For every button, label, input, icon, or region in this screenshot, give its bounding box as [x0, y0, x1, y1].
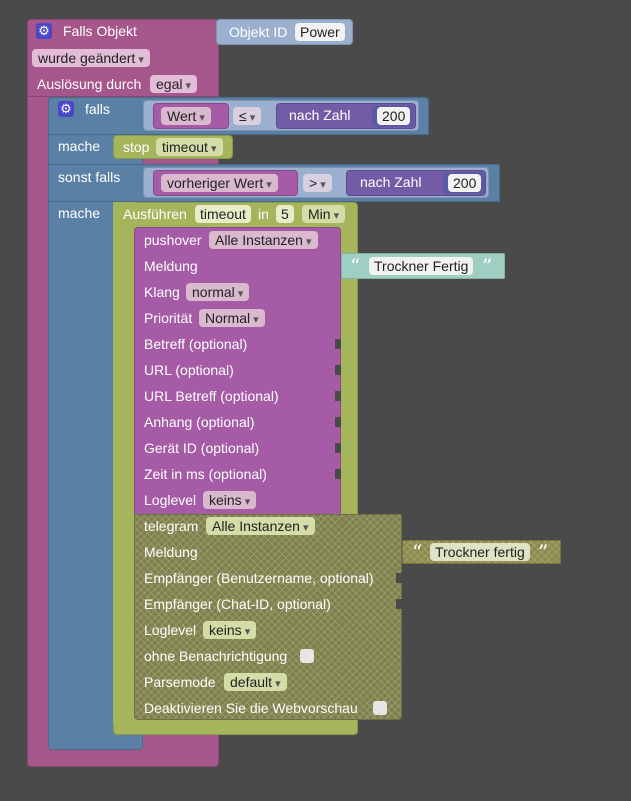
input-socket — [335, 443, 341, 453]
pushover-subject-label: Betreff (optional) — [144, 336, 248, 352]
telegram-parsemode-label: Parsemode — [144, 674, 216, 690]
pushover-device-label: Gerät ID (optional) — [144, 440, 260, 456]
operator-dropdown-2[interactable]: > — [303, 174, 332, 192]
trigger-by-dropdown[interactable]: egal — [150, 75, 198, 93]
value-dropdown[interactable]: Wert — [161, 107, 211, 125]
close-quote-icon: ” — [538, 540, 549, 564]
number-field-1[interactable]: 200 — [377, 107, 411, 125]
pushover-attachment-label: Anhang (optional) — [144, 414, 255, 430]
timeout-label: Ausführen — [123, 206, 187, 222]
number-field-2[interactable]: 200 — [448, 174, 482, 192]
open-quote-icon: “ — [412, 540, 423, 564]
trigger-by-label: Auslösung durch — [37, 76, 142, 92]
telegram-parsemode-dropdown[interactable]: default — [224, 673, 287, 691]
pushover-loglevel-dropdown[interactable]: keins — [203, 491, 257, 509]
telegram-message-label: Meldung — [144, 544, 198, 560]
telegram-recipient-chat-label: Empfänger (Chat-ID, optional) — [144, 596, 331, 612]
telegram-silent-checkbox[interactable] — [300, 649, 314, 663]
pushover-priority-label: Priorität — [144, 310, 193, 326]
telegram-message-field[interactable]: Trockner fertig — [430, 543, 530, 561]
gear-icon[interactable]: ⚙ — [36, 23, 52, 39]
then-label-1: mache — [58, 138, 101, 154]
telegram-recipient-user-label: Empfänger (Benutzername, optional) — [144, 570, 374, 586]
timeout-in-label: in — [258, 206, 269, 222]
input-socket — [335, 365, 341, 375]
operator-dropdown-1[interactable]: ≤ — [233, 107, 262, 125]
pushover-time-label: Zeit in ms (optional) — [144, 466, 267, 482]
input-socket — [335, 417, 341, 427]
input-socket — [396, 599, 402, 609]
open-quote-icon: “ — [350, 254, 361, 278]
pushover-sound-label: Klang — [144, 284, 180, 300]
object-id-label: Objekt ID — [229, 24, 288, 40]
telegram-loglevel-label: Loglevel — [144, 622, 197, 638]
input-socket — [335, 391, 341, 401]
to-number-label-2: nach Zahl — [360, 174, 422, 190]
telegram-loglevel-dropdown[interactable]: keins — [203, 621, 257, 639]
pushover-sound-dropdown[interactable]: normal — [186, 283, 250, 301]
pushover-message-label: Meldung — [144, 258, 198, 274]
telegram-instance-dropdown[interactable]: Alle Instanzen — [206, 517, 315, 535]
telegram-disable-preview-checkbox[interactable] — [373, 701, 387, 715]
timeout-name-field[interactable]: timeout — [195, 205, 251, 223]
timeout-unit-dropdown[interactable]: Min — [302, 205, 346, 223]
stop-label: stop — [123, 139, 150, 155]
pushover-title: pushover — [144, 232, 202, 248]
gear-icon[interactable]: ⚙ — [58, 101, 74, 117]
pushover-url-subject-label: URL Betreff (optional) — [144, 388, 279, 404]
elseif-label: sonst falls — [58, 169, 121, 185]
pushover-loglevel-label: Loglevel — [144, 492, 197, 508]
pushover-message-field[interactable]: Trockner Fertig — [369, 257, 474, 275]
telegram-disable-preview-label: Deaktivieren Sie die Webvorschau — [144, 700, 358, 716]
telegram-silent-label: ohne Benachrichtigung — [144, 648, 288, 664]
input-socket — [335, 339, 341, 349]
pushover-url-label: URL (optional) — [144, 362, 234, 378]
change-mode-dropdown[interactable]: wurde geändert — [32, 49, 150, 67]
timeout-amount-field[interactable]: 5 — [276, 205, 294, 223]
if-label: falls — [85, 101, 110, 117]
timeout-body-fill — [113, 202, 135, 725]
pushover-instance-dropdown[interactable]: Alle Instanzen — [209, 231, 318, 249]
input-socket — [396, 573, 402, 583]
trigger-title: Falls Objekt — [63, 23, 137, 39]
pushover-priority-dropdown[interactable]: Normal — [199, 309, 265, 327]
prev-value-dropdown[interactable]: vorheriger Wert — [161, 174, 278, 192]
to-number-label-1: nach Zahl — [289, 107, 351, 123]
input-socket — [335, 469, 341, 479]
then-label-2: mache — [58, 205, 101, 221]
object-id-field[interactable]: Power — [295, 23, 345, 41]
telegram-title: telegram — [144, 518, 199, 534]
stop-dropdown[interactable]: timeout — [156, 138, 223, 156]
close-quote-icon: ” — [482, 254, 493, 278]
